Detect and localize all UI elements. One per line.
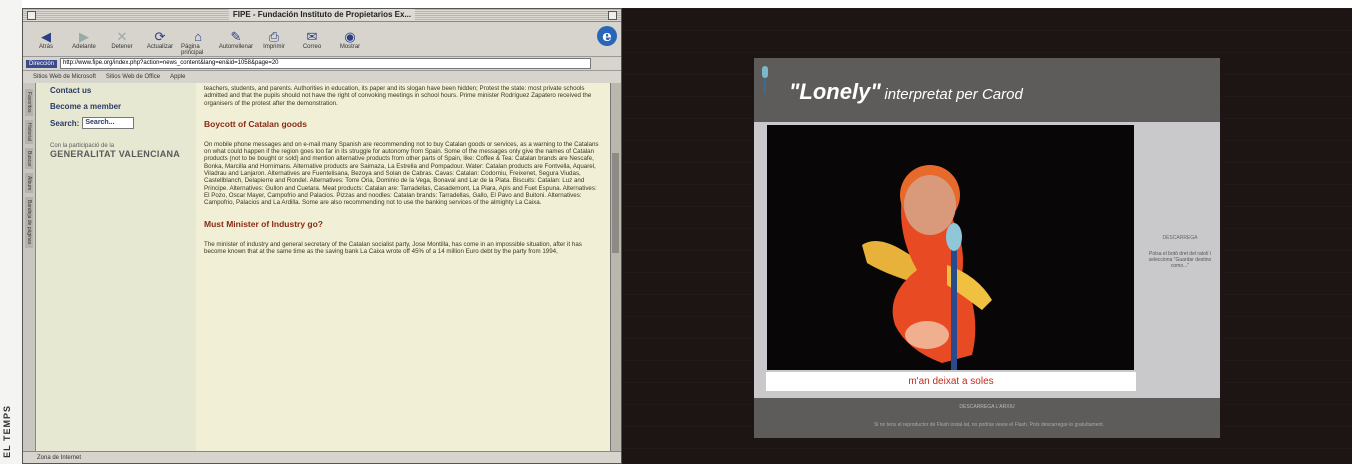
ie-logo-icon: e — [597, 26, 617, 46]
address-input[interactable]: http://www.fipe.org/index.php?action=new… — [60, 58, 591, 69]
flash-player: "Lonely" interpretat per Carod m'an deix… — [754, 58, 1220, 438]
player-footer: DESCARREGA L'ARXIU Si no tens el reprodu… — [754, 398, 1220, 438]
title-bar[interactable]: FIPE - Fundación Instituto de Propietari… — [23, 9, 621, 22]
back-arrow-icon: ◀ — [41, 29, 51, 44]
article-paragraph-boycott: On mobile phone messages and on e-mail m… — [204, 140, 599, 207]
toolbar-button-0[interactable]: ◀ Atrás — [29, 29, 63, 56]
status-bar: Zona de Internet — [23, 451, 621, 463]
home-icon: ⌂ — [194, 29, 202, 44]
side-tab-page-holder[interactable]: Bandeja de páginas — [25, 197, 33, 248]
toolbar-button-label: Detener — [111, 44, 133, 50]
site-left-nav: Contact us Become a member Search: Searc… — [36, 83, 196, 453]
download-panel: DESCARREGA Polsa el botó dret del ratolí… — [1146, 150, 1214, 370]
page-content: Favoritos Historial Buscar Álbum Bandeja… — [23, 83, 621, 453]
explorer-side-tabs: Favoritos Historial Buscar Álbum Bandeja… — [23, 83, 36, 453]
microphone-icon — [762, 66, 768, 94]
toolbar-button-5[interactable]: ✎ Autorrellenar — [219, 29, 253, 56]
side-tab-album[interactable]: Álbum — [25, 173, 33, 194]
heading-minister: Must Minister of Industry go? — [204, 218, 323, 229]
download-instructions: Polsa el botó dret del ratolí i seleccio… — [1148, 251, 1212, 269]
generalitat-name: GENERALITAT VALENCIANA — [50, 149, 181, 159]
window-title: FIPE - Fundación Instituto de Propietari… — [228, 9, 416, 21]
side-tab-search[interactable]: Buscar — [25, 147, 33, 170]
magazine-page-label: EL TEMPS — [2, 405, 12, 458]
search-label: Search: — [50, 118, 80, 128]
toolbar-button-label: Autorrellenar — [218, 44, 254, 50]
flash-notice: Si no tens el reproductor de Flash insta… — [873, 422, 1105, 428]
search-input[interactable]: Search... — [82, 117, 135, 129]
heading-boycott: Boycott of Catalan goods — [204, 118, 307, 129]
toolbar-button-8[interactable]: ◉ Mostrar — [333, 29, 367, 56]
magazine-edge: EL TEMPS — [0, 0, 22, 464]
site-search: Search: Search... — [50, 117, 196, 129]
toolbar-button-label: Imprimir — [263, 44, 285, 50]
player-title: "Lonely" interpretat per Carod — [789, 79, 1023, 105]
article-paragraph-minister: The minister of industry and general sec… — [204, 240, 582, 255]
toolbar-button-4[interactable]: ⌂ Página principal — [181, 29, 215, 56]
toolbar-button-7[interactable]: ✉ Correo — [295, 29, 329, 56]
toolbar-button-1[interactable]: ▶ Adelante — [67, 29, 101, 56]
autofill-icon: ✎ — [230, 29, 242, 44]
address-label: Dirección — [26, 59, 58, 68]
song-title: "Lonely" — [789, 79, 881, 104]
side-tab-favorites[interactable]: Favoritos — [25, 89, 33, 116]
browser-toolbar: ◀ Atrás ▶ Adelante ✕ Detener ⟳ Actualizar ⌂ Págin… — [23, 22, 621, 57]
cartoon-hand — [905, 321, 949, 349]
toolbar-button-label: Adelante — [72, 44, 96, 50]
eye-icon: ◉ — [344, 29, 356, 44]
vertical-scrollbar[interactable] — [610, 83, 621, 453]
close-box-icon[interactable] — [27, 11, 36, 20]
download-title[interactable]: DESCARREGA — [1146, 235, 1214, 241]
download-file-link[interactable]: DESCARREGA L'ARXIU — [754, 404, 1220, 410]
toolbar-button-label: Actualizar — [146, 44, 174, 50]
zoom-box-icon[interactable] — [608, 11, 617, 20]
forward-arrow-icon: ▶ — [79, 29, 89, 44]
toolbar-button-3[interactable]: ⟳ Actualizar — [143, 29, 177, 56]
animation-stage[interactable] — [767, 125, 1134, 370]
favorite-link-apple[interactable]: Apple — [170, 74, 185, 80]
mic-stand — [951, 245, 957, 370]
toolbar-button-label: Página principal — [181, 44, 204, 56]
address-bar: Dirección http://www.fipe.org/index.php?… — [23, 57, 621, 71]
nav-link-contact[interactable]: Contact us — [50, 83, 196, 99]
lyric-caption: m'an deixat a soles — [766, 372, 1136, 391]
toolbar-button-6[interactable]: ⎙ Imprimir — [257, 29, 291, 56]
article-body: teachers, students, and parents. Authori… — [196, 83, 610, 453]
browser-window: FIPE - Fundación Instituto de Propietari… — [22, 8, 622, 464]
favorite-link-office[interactable]: Sitios Web de Office — [106, 74, 160, 80]
generalitat-logo: Con la participació de la GENERALITAT VA… — [50, 143, 196, 159]
print-icon: ⎙ — [268, 29, 280, 44]
scrollbar-thumb[interactable] — [612, 153, 619, 253]
nav-link-member[interactable]: Become a member — [50, 99, 196, 115]
stop-icon: ✕ — [116, 29, 128, 44]
toolbar-button-label: Atrás — [38, 44, 53, 50]
mic-head — [946, 223, 962, 251]
favorite-link-microsoft[interactable]: Sitios Web de Microsoft — [33, 74, 96, 80]
song-performer: interpretat per Carod — [884, 86, 1023, 103]
toolbar-buttons: ◀ Atrás ▶ Adelante ✕ Detener ⟳ Actualizar ⌂ Págin… — [29, 29, 367, 56]
player-header: "Lonely" interpretat per Carod — [754, 58, 1220, 122]
toolbar-button-label: Mostrar — [339, 44, 361, 50]
singer-cartoon — [862, 165, 992, 370]
side-tab-history[interactable]: Historial — [25, 119, 33, 144]
mail-icon: ✉ — [306, 29, 318, 44]
toolbar-button-label: Correo — [302, 44, 322, 50]
flash-page-background: "Lonely" interpretat per Carod m'an deix… — [622, 8, 1352, 464]
article-intro: teachers, students, and parents. Authori… — [204, 85, 592, 107]
toolbar-button-2[interactable]: ✕ Detener — [105, 29, 139, 56]
cartoon-face — [904, 175, 956, 235]
refresh-icon: ⟳ — [154, 29, 166, 44]
